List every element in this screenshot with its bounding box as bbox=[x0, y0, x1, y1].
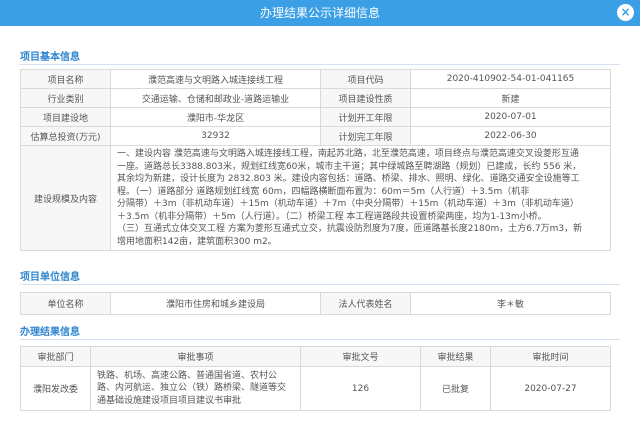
doc-no-cell: 126 bbox=[300, 366, 421, 411]
scale-line: 其余均为新建，设计长度为 2832.803 米。建设内容包括：道路、桥梁、排水、… bbox=[117, 174, 580, 184]
item-line: 铁路、机场、高速公路、普通国省道、农村公 bbox=[97, 370, 278, 381]
col-header-item: 审批事项 bbox=[90, 346, 301, 367]
finish-label: 计划完工年限 bbox=[320, 126, 411, 146]
result-table: 审批部门 审批事项 审批文号 审批结果 审批时间 濮阳发改委 铁路、机场、高速公… bbox=[20, 346, 611, 411]
project-name-label: 项目名称 bbox=[20, 69, 111, 89]
unit-name-label: 单位名称 bbox=[20, 292, 111, 315]
scale-label: 建设规模及内容 bbox=[20, 145, 111, 251]
industry-label: 行业类别 bbox=[20, 88, 111, 108]
scale-line: 一、建设内容 濮范高速与文明路入城连接线工程，南起苏北路，北至濮范高速，项目终点… bbox=[117, 149, 579, 159]
divider bbox=[20, 64, 620, 65]
item-line: 路、内河航运、独立公（铁）路桥梁、隧道等交 bbox=[97, 383, 287, 394]
item-line: 通基础设施建设项目项目建议书审批 bbox=[97, 395, 242, 406]
investment-value: 32932 bbox=[110, 126, 321, 146]
scale-line: 程。（一）道路部分 道路规划红线宽 60m，四幅路横断面布置为：60m＝5m（人… bbox=[117, 186, 530, 197]
finish-value: 2022-06-30 bbox=[410, 126, 611, 146]
unit-info-table: 单位名称 濮阳市住房和城乡建设局 法人代表姓名 李＊敏 bbox=[20, 292, 611, 315]
window-titlebar: 办理结果公示详细信息 × bbox=[0, 0, 640, 26]
project-code-label: 项目代码 bbox=[320, 69, 411, 89]
basic-info-table: 项目名称 濮范高速与文明路入城连接线工程 项目代码 2020-410902-54… bbox=[20, 69, 611, 251]
start-value: 2020-07-01 bbox=[410, 107, 611, 127]
col-header-doc: 审批文号 bbox=[300, 346, 421, 367]
section-title-result: 办理结果信息 bbox=[20, 327, 80, 338]
table-row: 濮阳发改委 铁路、机场、高速公路、普通国省道、农村公 路、内河航运、独立公（铁）… bbox=[20, 366, 611, 411]
location-value: 濮阳市-华龙区 bbox=[110, 107, 321, 127]
close-icon[interactable]: × bbox=[617, 4, 634, 21]
scale-line: 分隔带）＋3m（非机动车道）＋15m（机动车道）＋7m（中央分隔带）＋15m（机… bbox=[117, 199, 579, 209]
item-cell: 铁路、机场、高速公路、普通国省道、农村公 路、内河航运、独立公（铁）路桥梁、隧道… bbox=[90, 366, 301, 411]
scale-line: ＋3.5m（机非分隔带）＋5m（人行道）。（二）桥梁工程 本工程道路段共设置桥梁… bbox=[117, 211, 547, 222]
unit-name-value: 濮阳市住房和城乡建设局 bbox=[110, 292, 321, 315]
dept-cell: 濮阳发改委 bbox=[20, 366, 91, 411]
date-cell: 2020-07-27 bbox=[490, 366, 611, 411]
result-cell: 已批复 bbox=[420, 366, 491, 411]
section-title-unit: 项目单位信息 bbox=[20, 272, 80, 283]
divider bbox=[20, 339, 620, 340]
industry-value: 交通运输、仓储和邮政业-道路运输业 bbox=[110, 88, 321, 108]
col-header-dept: 审批部门 bbox=[20, 346, 91, 367]
project-name-value: 濮范高速与文明路入城连接线工程 bbox=[110, 69, 321, 89]
project-code-value: 2020-410902-54-01-041165 bbox=[410, 69, 611, 89]
scale-line: （三）互通式立体交叉工程 方案为菱形互通式立交，抗震设防烈度为7度，匝道路基长度… bbox=[117, 224, 583, 234]
scale-line: 增用地面积142亩，建筑面积300 m2。 bbox=[117, 236, 277, 247]
scale-content: 一、建设内容 濮范高速与文明路入城连接线工程，南起苏北路，北至濮范高速，项目终点… bbox=[110, 145, 611, 251]
window-title: 办理结果公示详细信息 bbox=[259, 6, 380, 20]
col-header-date: 审批时间 bbox=[490, 346, 611, 367]
divider bbox=[20, 284, 620, 285]
start-label: 计划开工年限 bbox=[320, 107, 411, 127]
location-label: 项目建设地 bbox=[20, 107, 111, 127]
scale-line: 一座。道路总长3388.803米，规划红线宽60米，城市主干道；其中绿城路至聘湖… bbox=[117, 161, 582, 172]
nature-value: 新建 bbox=[410, 88, 611, 108]
investment-label: 估算总投资(万元) bbox=[20, 126, 111, 146]
nature-label: 项目建设性质 bbox=[320, 88, 411, 108]
col-header-result: 审批结果 bbox=[420, 346, 491, 367]
section-title-basic: 项目基本信息 bbox=[20, 52, 80, 63]
rep-value: 李＊敏 bbox=[410, 292, 611, 315]
rep-label: 法人代表姓名 bbox=[320, 292, 411, 315]
